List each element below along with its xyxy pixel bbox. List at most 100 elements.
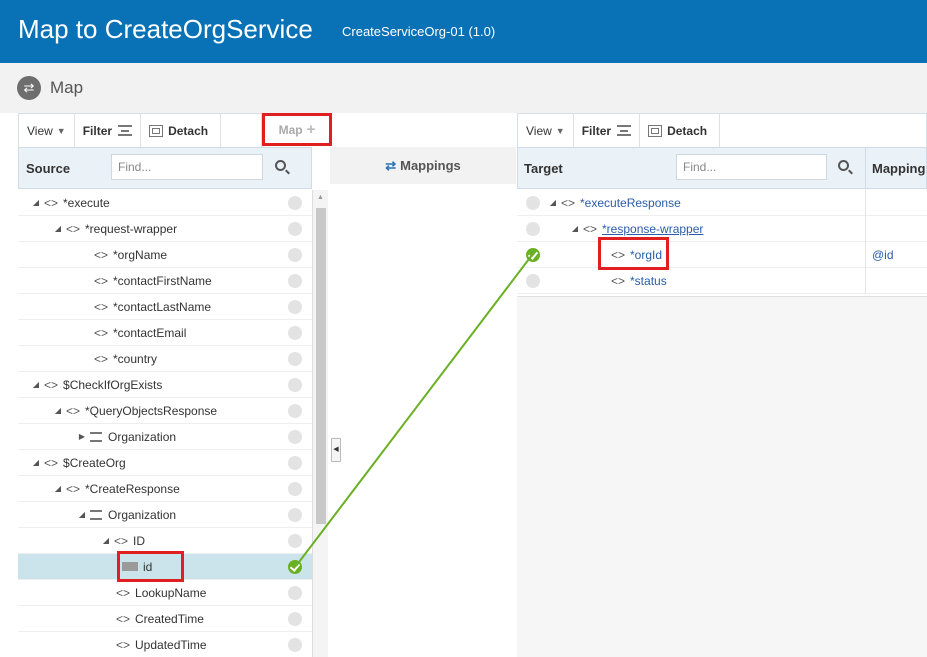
mapping-column-header: Mapping <box>865 148 927 189</box>
expand-toggle-icon[interactable]: ◢ <box>30 198 42 207</box>
tree-label: *contactLastName <box>113 299 212 314</box>
target-detach-button[interactable]: Detach <box>640 113 721 148</box>
tree-label: *contactEmail <box>113 325 187 340</box>
expand-toggle-icon[interactable]: ◢ <box>30 458 42 467</box>
mapping-cell[interactable] <box>865 190 927 216</box>
target-view-menu[interactable]: View ▼ <box>518 113 574 148</box>
element-icon: <> <box>94 351 109 366</box>
status-dot <box>288 300 302 314</box>
mapped-check-icon <box>288 560 302 574</box>
status-dot <box>288 378 302 392</box>
element-icon: <> <box>583 221 598 236</box>
map-section-title: Map <box>50 78 84 97</box>
detach-icon <box>648 124 663 137</box>
source-filter-button[interactable]: Filter <box>75 113 142 148</box>
tree-label: LookupName <box>135 585 207 600</box>
tree-row-organization-collapsed[interactable]: ▶ Organization <box>18 424 312 450</box>
scroll-thumb[interactable] <box>316 208 326 524</box>
search-icon[interactable] <box>275 160 286 171</box>
element-icon: <> <box>66 403 81 418</box>
element-icon: <> <box>561 195 576 210</box>
map-button-label: Map <box>278 122 303 137</box>
tree-row-createresponse[interactable]: ◢ <> *CreateResponse <box>18 476 312 502</box>
mapping-cell[interactable]: @id <box>865 242 927 268</box>
status-dot <box>288 482 302 496</box>
tree-label: $CheckIfOrgExists <box>63 377 163 392</box>
element-icon: <> <box>116 611 131 626</box>
status-dot <box>288 326 302 340</box>
source-header-label: Source <box>26 160 71 176</box>
expand-toggle-icon[interactable]: ◢ <box>52 484 64 493</box>
tree-row-contactfirstname[interactable]: <> *contactFirstName <box>18 268 312 294</box>
target-row-response-wrapper[interactable]: ◢ <> *response-wrapper <box>517 216 927 242</box>
element-icon: <> <box>114 533 129 548</box>
tree-label: *response-wrapper <box>602 221 704 236</box>
expand-toggle-icon[interactable]: ◢ <box>569 224 581 233</box>
add-icon: + <box>306 121 316 138</box>
tree-row-checkiforgexists[interactable]: ◢ <> $CheckIfOrgExists <box>18 372 312 398</box>
element-icon: <> <box>44 455 59 470</box>
tree-row-createdtime[interactable]: <> CreatedTime <box>18 606 312 632</box>
expand-toggle-icon[interactable]: ◢ <box>52 224 64 233</box>
chevron-down-icon: ▼ <box>555 125 565 136</box>
search-icon[interactable] <box>838 160 849 171</box>
target-row-executeresponse[interactable]: ◢ <> *executeResponse <box>517 190 927 216</box>
map-button[interactable]: Map + <box>262 113 332 146</box>
mapping-cell[interactable] <box>865 268 927 294</box>
expand-toggle-icon[interactable]: ◢ <box>76 510 88 519</box>
filter-label: Filter <box>581 123 612 138</box>
id-highlight-box <box>117 551 184 582</box>
tree-row-contactlastname[interactable]: <> *contactLastName <box>18 294 312 320</box>
tree-label: *executeResponse <box>580 195 681 210</box>
chevron-down-icon: ▼ <box>56 125 66 136</box>
target-filter-button[interactable]: Filter <box>574 113 641 148</box>
status-dot <box>288 586 302 600</box>
expand-toggle-icon[interactable]: ◢ <box>547 198 559 207</box>
expand-toggle-icon[interactable]: ◢ <box>30 380 42 389</box>
source-scrollbar[interactable]: ▲ <box>312 190 328 657</box>
expand-toggle-icon[interactable]: ▶ <box>76 432 88 441</box>
tree-row-updatedtime[interactable]: <> UpdatedTime <box>18 632 312 657</box>
status-dot <box>288 222 302 236</box>
integration-name: CreateServiceOrg-01 (1.0) <box>342 24 496 39</box>
tree-row-country[interactable]: <> *country <box>18 346 312 372</box>
expand-toggle-icon[interactable]: ◢ <box>100 536 112 545</box>
tree-row-orgname[interactable]: <> *orgName <box>18 242 312 268</box>
mappings-header[interactable]: ⇄ Mappings <box>330 147 516 184</box>
tree-label: Organization <box>108 507 177 522</box>
source-tree: ◢ <> *execute ◢ <> *request-wrapper <> *or… <box>18 190 312 657</box>
tree-row-queryobjectsresponse[interactable]: ◢ <> *QueryObjectsResponse <box>18 398 312 424</box>
tree-label: *CreateResponse <box>85 481 180 496</box>
source-detach-button[interactable]: Detach <box>141 113 222 148</box>
status-dot <box>288 430 302 444</box>
panel-splitter[interactable]: ◀ <box>331 438 341 462</box>
target-find-input[interactable]: Find... <box>676 154 827 180</box>
tree-label: *QueryObjectsResponse <box>85 403 218 418</box>
collection-icon <box>90 509 102 520</box>
tree-row-createorg[interactable]: ◢ <> $CreateOrg <box>18 450 312 476</box>
tree-row-contactemail[interactable]: <> *contactEmail <box>18 320 312 346</box>
status-dot <box>288 352 302 366</box>
view-label: View <box>27 123 53 138</box>
target-toolbar: View ▼ Filter Detach <box>517 113 927 148</box>
mapping-arrows-icon: ⇄ <box>385 157 397 173</box>
tree-row-request-wrapper[interactable]: ◢ <> *request-wrapper <box>18 216 312 242</box>
tree-row-lookupname[interactable]: <> LookupName <box>18 580 312 606</box>
tree-row-organization-expanded[interactable]: ◢ Organization <box>18 502 312 528</box>
tree-label: *country <box>113 351 158 366</box>
source-view-menu[interactable]: View ▼ <box>19 113 75 148</box>
target-row-orgid[interactable]: <> *orgId @id <box>517 242 927 268</box>
mapping-cell[interactable] <box>865 216 927 242</box>
element-icon: <> <box>94 273 109 288</box>
status-dot <box>288 638 302 652</box>
expand-toggle-icon[interactable]: ◢ <box>52 406 64 415</box>
source-find-input[interactable]: Find... <box>111 154 263 180</box>
target-header-label: Target <box>524 160 563 176</box>
element-icon: <> <box>94 325 109 340</box>
tree-row-execute[interactable]: ◢ <> *execute <box>18 190 312 216</box>
target-row-status[interactable]: <> *status <box>517 268 927 294</box>
status-dot <box>288 404 302 418</box>
scroll-up-icon[interactable]: ▲ <box>317 194 324 201</box>
target-empty-area <box>517 296 927 657</box>
page-title: Map to CreateOrgService <box>18 14 313 44</box>
